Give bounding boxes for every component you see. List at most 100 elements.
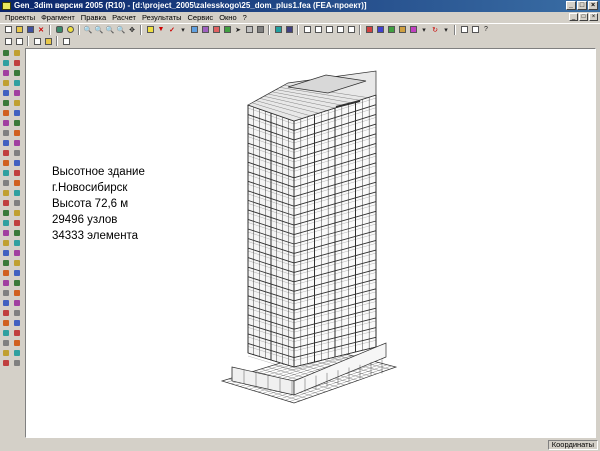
cascade-icon[interactable] xyxy=(470,25,480,35)
tool-button-icon[interactable] xyxy=(12,358,22,367)
doc-restore-button[interactable]: □ xyxy=(579,13,588,21)
pan-icon[interactable]: ✥ xyxy=(127,25,137,35)
tool-button-icon[interactable] xyxy=(1,358,11,367)
menu-results[interactable]: Результаты xyxy=(139,13,185,22)
tool-button-icon[interactable] xyxy=(1,338,11,347)
tool-button-icon[interactable] xyxy=(12,48,22,57)
filter-icon[interactable]: ▼ xyxy=(156,25,166,35)
tool-button-icon[interactable] xyxy=(1,218,11,227)
tool-button-icon[interactable] xyxy=(12,268,22,277)
tool-f-icon[interactable] xyxy=(255,25,265,35)
tool-button-icon[interactable] xyxy=(12,338,22,347)
model-canvas[interactable]: Высотное здание г.Новосибирск Высота 72,… xyxy=(25,48,596,438)
tool-button-icon[interactable] xyxy=(12,98,22,107)
tool-button-icon[interactable] xyxy=(12,108,22,117)
tool-button-icon[interactable] xyxy=(12,288,22,297)
menu-projects[interactable]: Проекты xyxy=(2,13,38,22)
tool-button-icon[interactable] xyxy=(12,118,22,127)
tool-button-icon[interactable] xyxy=(1,308,11,317)
grid-c-icon[interactable] xyxy=(324,25,334,35)
tool-d-icon[interactable] xyxy=(222,25,232,35)
tool-button-icon[interactable] xyxy=(1,348,11,357)
grid-e-icon[interactable] xyxy=(346,25,356,35)
tool-button-icon[interactable] xyxy=(12,228,22,237)
tool-button-icon[interactable] xyxy=(1,258,11,267)
window-icon[interactable] xyxy=(3,36,13,46)
menu-service[interactable]: Сервис xyxy=(185,13,217,22)
tool-button-icon[interactable] xyxy=(1,128,11,137)
vertical-splitter[interactable] xyxy=(596,48,599,438)
paste-icon[interactable] xyxy=(43,36,53,46)
close-button[interactable]: × xyxy=(588,1,598,10)
tool-button-icon[interactable] xyxy=(1,48,11,57)
layers-d-icon[interactable] xyxy=(397,25,407,35)
palette-icon[interactable] xyxy=(408,25,418,35)
help-icon[interactable]: ? xyxy=(481,25,491,35)
tool-button-icon[interactable] xyxy=(12,298,22,307)
doc-close-button[interactable]: × xyxy=(589,13,598,21)
tool-a-icon[interactable] xyxy=(189,25,199,35)
tool-button-icon[interactable] xyxy=(12,218,22,227)
check-icon[interactable]: ✓ xyxy=(167,25,177,35)
tool-button-icon[interactable] xyxy=(12,168,22,177)
tool-button-icon[interactable] xyxy=(1,178,11,187)
tool-button-icon[interactable] xyxy=(12,68,22,77)
tool-button-icon[interactable] xyxy=(1,208,11,217)
tool-button-icon[interactable] xyxy=(12,278,22,287)
tool-button-icon[interactable] xyxy=(12,208,22,217)
minimize-button[interactable]: _ xyxy=(566,1,576,10)
tool-button-icon[interactable] xyxy=(12,138,22,147)
tool-c-icon[interactable] xyxy=(211,25,221,35)
tool-button-icon[interactable] xyxy=(1,108,11,117)
tool-button-icon[interactable] xyxy=(12,128,22,137)
tool-button-icon[interactable] xyxy=(1,198,11,207)
maximize-button[interactable]: □ xyxy=(577,1,587,10)
tool-button-icon[interactable] xyxy=(1,78,11,87)
database-icon[interactable] xyxy=(54,25,64,35)
arrow-icon[interactable]: ➤ xyxy=(233,25,243,35)
tool-button-icon[interactable] xyxy=(12,158,22,167)
tool-e-icon[interactable] xyxy=(244,25,254,35)
tool-button-icon[interactable] xyxy=(1,318,11,327)
tool-button-icon[interactable] xyxy=(12,238,22,247)
tool-button-icon[interactable] xyxy=(1,238,11,247)
tool-button-icon[interactable] xyxy=(1,148,11,157)
grid-icon[interactable] xyxy=(302,25,312,35)
zoom-in-icon[interactable]: 🔍 xyxy=(83,25,93,35)
copy-icon[interactable] xyxy=(32,36,42,46)
palette-dropdown-icon[interactable]: ▾ xyxy=(419,25,429,35)
tool-button-icon[interactable] xyxy=(12,318,22,327)
layers-icon[interactable] xyxy=(364,25,374,35)
save-icon[interactable] xyxy=(25,25,35,35)
tool-button-icon[interactable] xyxy=(1,58,11,67)
tool-button-icon[interactable] xyxy=(12,148,22,157)
window-b-icon[interactable] xyxy=(14,36,24,46)
new-file-icon[interactable] xyxy=(3,25,13,35)
tool-button-icon[interactable] xyxy=(12,348,22,357)
select-icon[interactable] xyxy=(145,25,155,35)
tool-button-icon[interactable] xyxy=(12,58,22,67)
zoom-all-icon[interactable]: 🔍 xyxy=(116,25,126,35)
tool-button-icon[interactable] xyxy=(1,328,11,337)
tool-button-icon[interactable] xyxy=(12,198,22,207)
tool-b-icon[interactable] xyxy=(200,25,210,35)
camera-icon[interactable] xyxy=(284,25,294,35)
tool-button-icon[interactable] xyxy=(1,288,11,297)
tool-button-icon[interactable] xyxy=(1,138,11,147)
tool-button-icon[interactable] xyxy=(1,118,11,127)
tool-button-icon[interactable] xyxy=(1,88,11,97)
tool-button-icon[interactable] xyxy=(12,78,22,87)
tool-button-icon[interactable] xyxy=(1,158,11,167)
zoom-out-icon[interactable]: 🔍 xyxy=(94,25,104,35)
tool-button-icon[interactable] xyxy=(1,68,11,77)
menu-edit[interactable]: Правка xyxy=(78,13,109,22)
tool-button-icon[interactable] xyxy=(12,328,22,337)
delete-icon[interactable]: ✕ xyxy=(36,25,46,35)
dropdown-icon[interactable]: ▾ xyxy=(178,25,188,35)
tile-icon[interactable] xyxy=(459,25,469,35)
tool-button-icon[interactable] xyxy=(12,188,22,197)
tool-button-icon[interactable] xyxy=(1,98,11,107)
refresh-icon[interactable]: ↻ xyxy=(430,25,440,35)
properties-icon[interactable] xyxy=(61,36,71,46)
tool-button-icon[interactable] xyxy=(12,88,22,97)
